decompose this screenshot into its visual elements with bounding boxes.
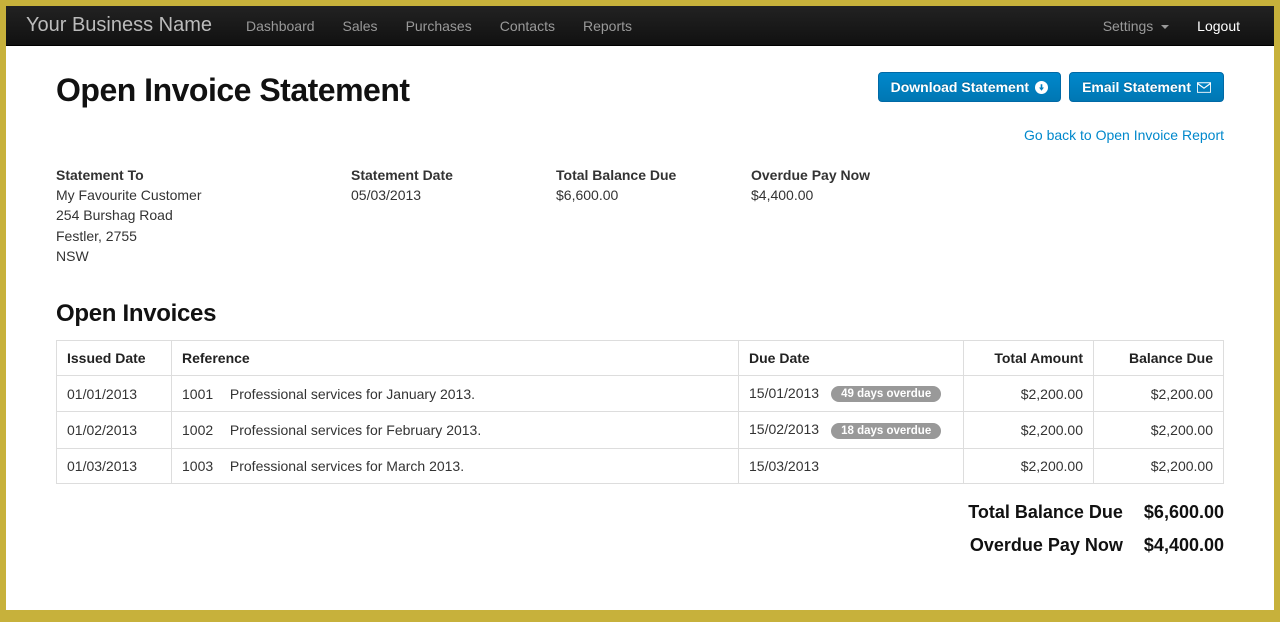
- brand-name: Your Business Name: [26, 14, 212, 37]
- cell-due: 15/03/2013: [739, 448, 964, 483]
- invoices-table: Issued Date Reference Due Date Total Amo…: [56, 340, 1224, 484]
- cell-balance: $2,200.00: [1094, 412, 1224, 448]
- cell-reference: 1001 Professional services for January 2…: [172, 376, 739, 412]
- overdue-badge: 49 days overdue: [831, 386, 941, 402]
- nav-sales[interactable]: Sales: [329, 8, 392, 44]
- totals-overdue-label: Overdue Pay Now: [970, 535, 1123, 555]
- statement-date-value: 05/03/2013: [351, 185, 556, 205]
- mail-icon: [1197, 82, 1211, 93]
- ref-number: 1001: [182, 386, 226, 402]
- due-date: 15/03/2013: [749, 458, 819, 474]
- due-date: 15/02/2013: [749, 421, 819, 437]
- totals-balance-value: $6,600.00: [1144, 502, 1224, 522]
- email-statement-button[interactable]: Email Statement: [1069, 72, 1224, 102]
- ref-number: 1002: [182, 422, 226, 438]
- cell-balance: $2,200.00: [1094, 376, 1224, 412]
- th-balance: Balance Due: [1094, 341, 1224, 376]
- cell-issued: 01/02/2013: [57, 412, 172, 448]
- caret-down-icon: [1161, 25, 1169, 29]
- top-navbar: Your Business Name Dashboard Sales Purch…: [6, 6, 1274, 46]
- cell-due: 15/02/2013 18 days overdue: [739, 412, 964, 448]
- th-due: Due Date: [739, 341, 964, 376]
- cell-balance: $2,200.00: [1094, 448, 1224, 483]
- customer-addr2: Festler, 2755: [56, 226, 351, 246]
- th-reference: Reference: [172, 341, 739, 376]
- overdue-label: Overdue Pay Now: [751, 167, 951, 183]
- cell-total: $2,200.00: [964, 376, 1094, 412]
- totals-overdue-value: $4,400.00: [1144, 535, 1224, 555]
- statement-summary: Statement To My Favourite Customer 254 B…: [56, 167, 1224, 266]
- cell-due: 15/01/2013 49 days overdue: [739, 376, 964, 412]
- ref-desc: Professional services for February 2013.: [226, 422, 481, 438]
- total-balance-label: Total Balance Due: [556, 167, 751, 183]
- nav-dashboard[interactable]: Dashboard: [232, 8, 329, 44]
- page-title: Open Invoice Statement: [56, 72, 410, 109]
- nav-left: Dashboard Sales Purchases Contacts Repor…: [232, 8, 646, 44]
- th-issued: Issued Date: [57, 341, 172, 376]
- th-total: Total Amount: [964, 341, 1094, 376]
- cell-total: $2,200.00: [964, 412, 1094, 448]
- nav-purchases[interactable]: Purchases: [392, 8, 486, 44]
- nav-settings[interactable]: Settings: [1089, 8, 1183, 44]
- statement-to-label: Statement To: [56, 167, 351, 183]
- cell-reference: 1003 Professional services for March 201…: [172, 448, 739, 483]
- due-date: 15/01/2013: [749, 385, 819, 401]
- totals-block: Total Balance Due $6,600.00 Overdue Pay …: [56, 502, 1224, 556]
- cell-issued: 01/01/2013: [57, 376, 172, 412]
- download-statement-label: Download Statement: [891, 79, 1029, 95]
- table-row: 01/03/20131003 Professional services for…: [57, 448, 1224, 483]
- nav-contacts[interactable]: Contacts: [486, 8, 569, 44]
- download-statement-button[interactable]: Download Statement: [878, 72, 1061, 102]
- totals-balance-label: Total Balance Due: [968, 502, 1123, 522]
- cell-issued: 01/03/2013: [57, 448, 172, 483]
- back-to-report-link[interactable]: Go back to Open Invoice Report: [1024, 127, 1224, 143]
- table-row: 01/01/20131001 Professional services for…: [57, 376, 1224, 412]
- ref-desc: Professional services for March 2013.: [226, 458, 464, 474]
- download-icon: [1035, 81, 1048, 94]
- customer-addr3: NSW: [56, 246, 351, 266]
- cell-total: $2,200.00: [964, 448, 1094, 483]
- ref-number: 1003: [182, 458, 226, 474]
- overdue-badge: 18 days overdue: [831, 423, 941, 439]
- nav-logout[interactable]: Logout: [1183, 8, 1254, 44]
- nav-reports[interactable]: Reports: [569, 8, 646, 44]
- email-statement-label: Email Statement: [1082, 79, 1191, 95]
- open-invoices-heading: Open Invoices: [56, 300, 1224, 328]
- overdue-value: $4,400.00: [751, 185, 951, 205]
- customer-addr1: 254 Burshag Road: [56, 205, 351, 225]
- ref-desc: Professional services for January 2013.: [226, 386, 475, 402]
- total-balance-value: $6,600.00: [556, 185, 751, 205]
- nav-settings-label: Settings: [1103, 18, 1154, 34]
- cell-reference: 1002 Professional services for February …: [172, 412, 739, 448]
- customer-name: My Favourite Customer: [56, 185, 351, 205]
- nav-right: Settings Logout: [1089, 8, 1254, 44]
- statement-date-label: Statement Date: [351, 167, 556, 183]
- table-row: 01/02/20131002 Professional services for…: [57, 412, 1224, 448]
